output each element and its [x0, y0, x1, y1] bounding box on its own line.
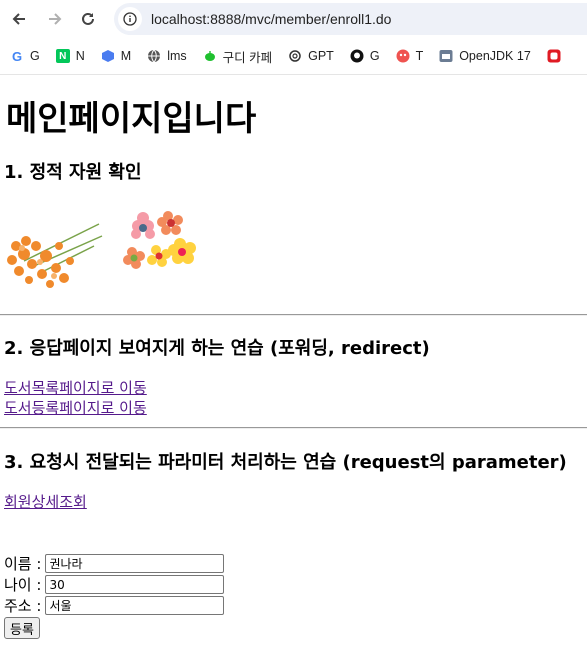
submit-button[interactable]: 등록	[4, 617, 40, 639]
page-title: 메인페이지입니다	[6, 99, 257, 139]
name-row: 이름 :	[4, 553, 587, 574]
divider	[0, 314, 587, 316]
address-row: 주소 :	[4, 595, 587, 616]
enroll-form: 이름 : 나이 : 주소 : 등록	[4, 553, 587, 639]
bookmark-naver[interactable]: N N	[55, 49, 85, 63]
red-square-icon	[547, 49, 561, 63]
name-label: 이름 :	[4, 555, 42, 573]
red-dot-icon	[396, 49, 410, 63]
address-bar[interactable]: localhost:8888/mvc/member/enroll1.do	[114, 3, 587, 35]
bookmark-overflow[interactable]	[547, 49, 567, 63]
static-images	[4, 211, 587, 304]
bookmark-t[interactable]: T	[396, 49, 423, 63]
github-icon	[350, 49, 364, 63]
url-text: localhost:8888/mvc/member/enroll1.do	[151, 11, 392, 27]
bookmark-openjdk[interactable]: OpenJDK 17	[439, 49, 531, 63]
name-input[interactable]	[45, 554, 225, 573]
bookmark-google[interactable]: G G	[10, 48, 40, 64]
bookmark-m[interactable]: M	[101, 49, 131, 63]
bookmark-gpt[interactable]: GPT	[288, 49, 334, 63]
openai-icon	[288, 49, 302, 63]
section2-heading: 2. 응답페이지 보여지게 하는 연습 (포워딩, redirect)	[4, 338, 430, 359]
address-label: 주소 :	[4, 597, 42, 615]
bookmark-goodee-cafe[interactable]: 구디 카페	[203, 47, 272, 66]
google-icon: G	[11, 48, 23, 64]
section3-heading: 3. 요청시 전달되는 파라미터 처리하는 연습 (request의 param…	[4, 452, 567, 473]
address-input[interactable]	[45, 596, 225, 615]
book-list-link[interactable]: 도서목록페이지로 이동	[4, 378, 587, 398]
orange-flowers-image	[7, 223, 103, 288]
reload-icon[interactable]	[79, 10, 97, 28]
java-icon	[439, 49, 453, 63]
book-register-link[interactable]: 도서등록페이지로 이동	[4, 398, 587, 418]
divider	[0, 427, 587, 429]
leaf-icon	[203, 49, 217, 63]
age-input[interactable]	[45, 575, 225, 594]
page-body: 메인페이지입니다 1. 정적 자원 확인 2. 응답페이지 보여지게 하는 연습…	[0, 99, 587, 639]
age-label: 나이 :	[4, 576, 42, 594]
naver-icon: N	[55, 49, 70, 63]
hexagon-icon	[101, 49, 115, 63]
section1-heading: 1. 정적 자원 확인	[4, 162, 142, 183]
bookmark-lms[interactable]: lms	[147, 49, 187, 63]
age-row: 나이 :	[4, 574, 587, 595]
member-detail-link[interactable]: 회원상세조회	[4, 492, 587, 512]
back-arrow-icon[interactable]	[10, 10, 28, 28]
browser-toolbar: localhost:8888/mvc/member/enroll1.do	[0, 0, 587, 38]
bookmarks-bar: G G N N M lms 구디 카페 GPT G T OpenJDK 17	[0, 38, 587, 75]
site-info-icon[interactable]	[118, 7, 142, 31]
bookmark-github[interactable]: G	[350, 49, 380, 63]
forward-arrow-icon[interactable]	[46, 10, 64, 28]
felt-flowers-image	[123, 211, 196, 269]
globe-icon	[147, 49, 161, 63]
